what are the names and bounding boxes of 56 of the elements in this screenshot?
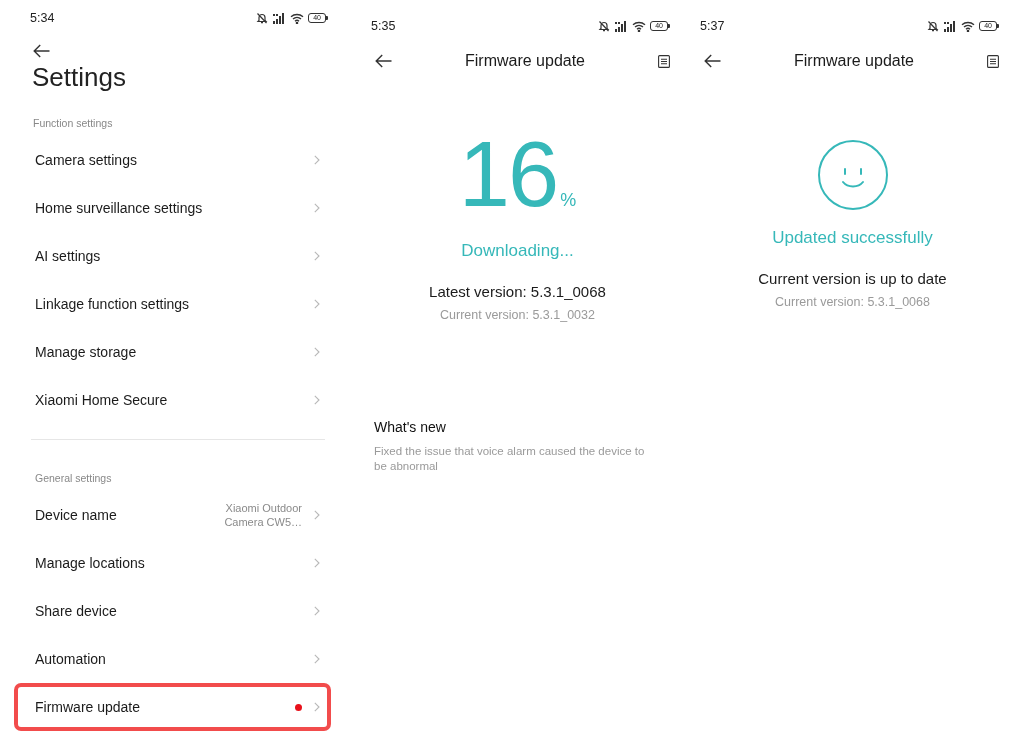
settings-item[interactable]: Manage locations — [14, 539, 331, 587]
chevron-icon — [314, 155, 320, 165]
percent-sign: % — [560, 191, 577, 209]
current-version-text: Current version: 5.3.1_0068 — [774, 294, 931, 310]
document-icon[interactable] — [987, 54, 999, 68]
chevron-icon — [314, 510, 320, 520]
settings-item[interactable]: Home surveillance settings — [14, 184, 331, 232]
wifi-icon — [290, 12, 305, 24]
wifi-icon — [632, 20, 647, 32]
status-time: 5:37 — [700, 18, 725, 34]
back-arrow-icon[interactable] — [33, 44, 50, 58]
chevron-icon — [314, 558, 320, 568]
back-arrow-icon[interactable] — [704, 54, 721, 68]
signal-icon — [272, 12, 287, 24]
settings-item[interactable]: AI settings — [14, 232, 331, 280]
download-status: Downloading... — [460, 240, 575, 262]
settings-item[interactable]: Manage storage — [14, 328, 331, 376]
whats-new-heading: What's new — [374, 418, 447, 436]
chevron-icon — [314, 395, 320, 405]
section-heading: Function settings — [33, 116, 114, 130]
status-time: 5:34 — [30, 10, 55, 26]
update-status: Updated successfully — [771, 227, 934, 249]
settings-item[interactable]: Xiaomi Home Secure — [14, 376, 331, 424]
chevron-icon — [314, 606, 320, 616]
settings-item[interactable]: Automation — [14, 635, 331, 683]
settings-item[interactable]: Linkage function settings — [14, 280, 331, 328]
version-text: Latest version: 5.3.1_0068 — [428, 282, 607, 302]
signal-icon — [614, 20, 629, 32]
back-arrow-icon[interactable] — [375, 54, 392, 68]
whats-new-text: Fixed the issue that voice alarm caused the device to be abnormal — [374, 444, 646, 474]
bell-off-icon — [256, 12, 269, 24]
bell-off-icon — [598, 20, 611, 32]
chevron-icon — [314, 203, 320, 213]
bell-off-icon — [927, 20, 940, 32]
settings-item[interactable]: Share device — [14, 587, 331, 635]
current-version-text: Current version: 5.3.1_0032 — [439, 307, 596, 323]
document-icon[interactable] — [658, 54, 670, 68]
download-percent: 16 — [458, 128, 558, 220]
version-text: Current version is up to date — [757, 269, 948, 289]
page-title: Firmware update — [793, 51, 914, 71]
signal-icon — [943, 20, 958, 32]
chevron-icon — [314, 251, 320, 261]
status-time: 5:35 — [371, 18, 396, 34]
wifi-icon — [961, 20, 976, 32]
settings-item[interactable]: Camera settings — [14, 136, 331, 184]
chevron-icon — [314, 347, 320, 357]
settings-item[interactable]: Firmware update — [14, 683, 331, 731]
section-heading: General settings — [35, 471, 113, 485]
page-title: Settings — [32, 62, 127, 92]
smiley-icon — [817, 140, 888, 210]
chevron-icon — [314, 299, 320, 309]
chevron-icon — [314, 654, 320, 664]
item-value: Xiaomi Outdoor Camera CW5… — [223, 501, 302, 529]
settings-item[interactable]: Device name Xiaomi Outdoor Camera CW5… — [14, 491, 331, 539]
chevron-icon — [314, 702, 320, 712]
page-title: Firmware update — [464, 51, 585, 71]
